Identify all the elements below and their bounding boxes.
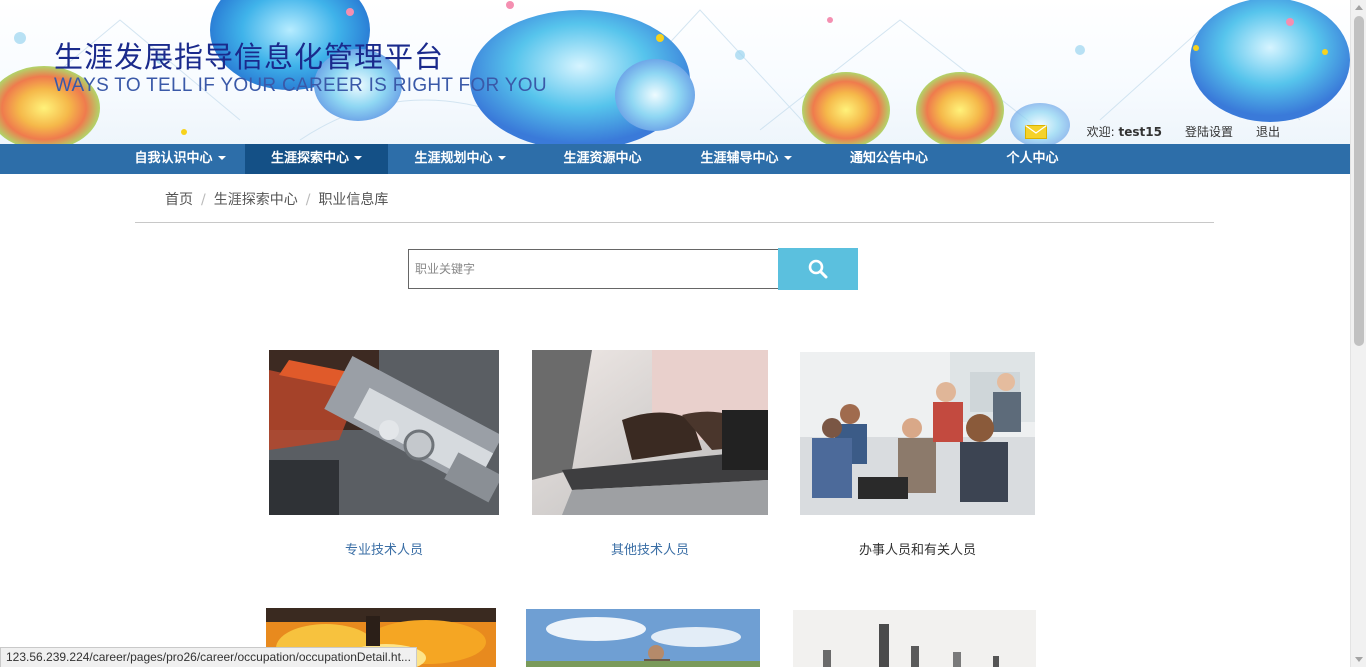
nav-label: 生涯探索中心: [270, 151, 349, 166]
card-label[interactable]: 专业技术人员: [269, 539, 499, 558]
welcome-text: 欢迎: test15: [1087, 123, 1162, 140]
card-image-office-meeting: [800, 352, 1035, 515]
nav-label: 通知公告中心: [849, 151, 928, 166]
site-title: 生涯发展指导信息化管理平台: [54, 40, 445, 74]
nav-item-career-guidance[interactable]: 生涯辅导中心: [680, 144, 812, 174]
nav-item-personal-center[interactable]: 个人中心: [985, 144, 1080, 174]
caret-down-icon: [497, 155, 506, 160]
user-bar: 欢迎: test15 登陆设置 退出: [1024, 123, 1280, 140]
nav-item-career-planning[interactable]: 生涯规划中心: [395, 144, 525, 174]
nav-label: 生涯辅导中心: [700, 151, 779, 166]
occupation-card-clerks[interactable]: 办事人员和有关人员: [800, 352, 1035, 562]
nav-item-self-awareness[interactable]: 自我认识中心: [110, 144, 250, 174]
breadcrumb-current: 职业信息库: [318, 192, 389, 208]
site-subtitle: WAYS TO TELL IF YOUR CAREER IS RIGHT FOR…: [54, 75, 547, 96]
occupation-card-6[interactable]: [793, 610, 1036, 667]
nav-label: 自我认识中心: [134, 151, 213, 166]
caret-down-icon: [783, 155, 792, 160]
card-image-laptop-typing: [532, 350, 768, 515]
card-label[interactable]: 其他技术人员: [532, 539, 768, 558]
breadcrumb-separator: /: [201, 192, 206, 208]
logout-link[interactable]: 退出: [1256, 123, 1280, 140]
card-image-farm-sky: [526, 609, 760, 667]
login-settings-link[interactable]: 登陆设置: [1185, 123, 1233, 140]
search-icon: [808, 259, 828, 279]
breadcrumb-separator: /: [305, 192, 311, 208]
browser-status-bar: 123.56.239.224/career/pages/pro26/career…: [0, 647, 417, 667]
nav-label: 生涯资源中心: [563, 151, 642, 166]
scrollbar-thumb[interactable]: [1354, 16, 1364, 346]
nav-item-career-resources[interactable]: 生涯资源中心: [540, 144, 665, 174]
welcome-prefix: 欢迎:: [1086, 125, 1119, 139]
card-label[interactable]: 办事人员和有关人员: [800, 539, 1035, 558]
breadcrumb: 首页 / 生涯探索中心 / 职业信息库: [135, 188, 1214, 223]
occupation-card-other-technical[interactable]: 其他技术人员: [532, 350, 768, 560]
card-image-machinery: [269, 350, 499, 515]
header-banner: 生涯发展指导信息化管理平台 WAYS TO TELL IF YOUR CAREE…: [0, 0, 1350, 144]
username: test15: [1118, 125, 1162, 139]
occupation-card-5[interactable]: [526, 609, 760, 667]
page-scrollbar[interactable]: [1350, 0, 1366, 667]
breadcrumb-home[interactable]: 首页: [165, 192, 193, 208]
nav-label: 生涯规划中心: [414, 151, 493, 166]
nav-item-notices[interactable]: 通知公告中心: [830, 144, 948, 174]
occupation-search-input[interactable]: [408, 249, 779, 289]
scroll-down-arrow-icon[interactable]: [1355, 657, 1363, 662]
card-image-tools: [793, 610, 1036, 667]
main-nav: 自我认识中心 生涯探索中心 生涯规划中心 生涯资源中心 生涯辅导中心 通知公告中…: [0, 144, 1350, 174]
caret-down-icon: [217, 155, 226, 160]
scroll-up-arrow-icon[interactable]: [1355, 5, 1363, 10]
occupation-card-professional[interactable]: 专业技术人员: [269, 350, 499, 560]
caret-down-icon: [354, 155, 362, 160]
nav-label: 个人中心: [1006, 151, 1059, 166]
mail-icon[interactable]: [1024, 124, 1047, 139]
search-button[interactable]: [778, 248, 858, 290]
nav-item-career-exploration[interactable]: 生涯探索中心: [245, 144, 388, 174]
breadcrumb-section[interactable]: 生涯探索中心: [214, 192, 298, 208]
